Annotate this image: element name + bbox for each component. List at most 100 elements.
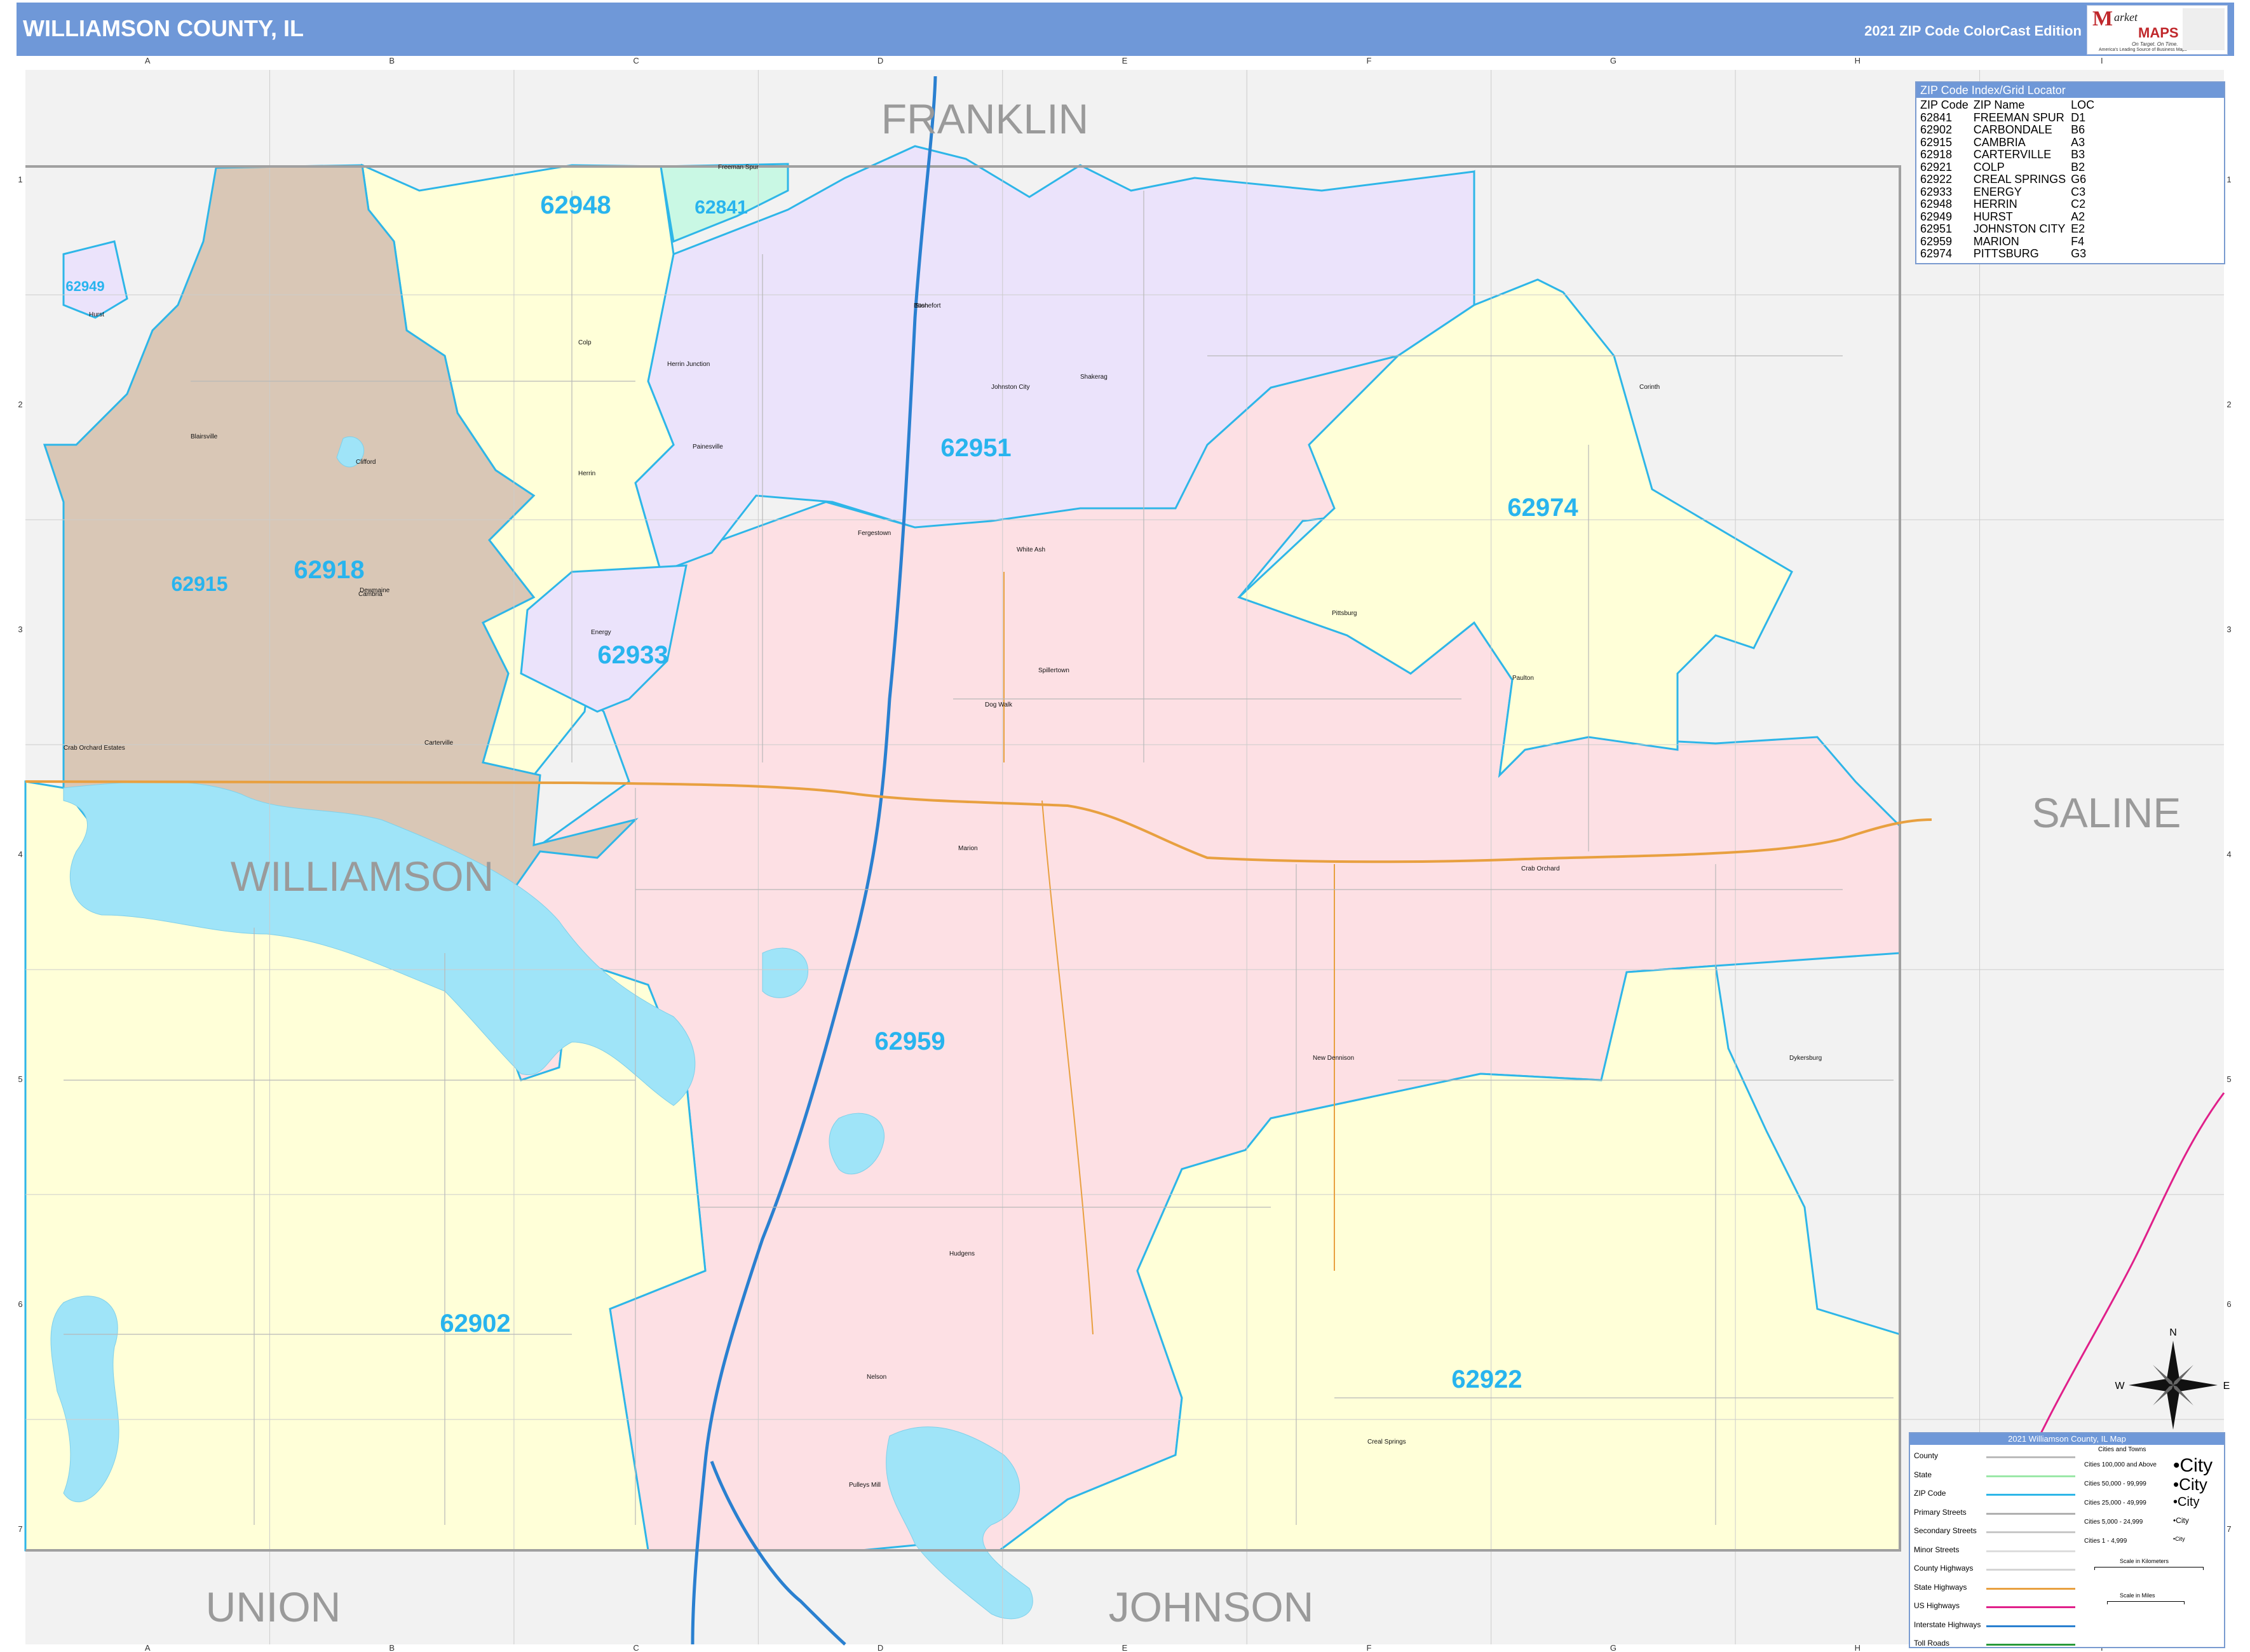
table-cell: 62951 — [1920, 222, 1953, 235]
grid-column-label: D — [878, 56, 883, 65]
table-row: 62902 CARBONDALE B6 — [1920, 123, 2099, 137]
legend-city-sample: •City — [2173, 1516, 2189, 1525]
zip-index-table: ZIP Code ZIP Name LOC 62841 FREEMAN SPUR D1 62… — [1920, 98, 2099, 261]
place-label: Dog Walk — [985, 701, 1013, 708]
legend-item: Primary Streets — [1914, 1507, 1967, 1517]
place-label: Shakerag — [1080, 374, 1108, 381]
grid-row-label: 7 — [18, 1524, 22, 1534]
zip-label-62949: 62949 — [65, 278, 104, 294]
zip-index-header-cell: LOC — [2071, 98, 2095, 111]
table-row: 62841 FREEMAN SPUR D1 — [1920, 111, 2099, 125]
table-cell: 62959 — [1920, 234, 1953, 248]
legend-title: 2021 Williamson County, IL Map — [1910, 1433, 2224, 1445]
grid-column-label: H — [1855, 1643, 1860, 1652]
zip-label-62902: 62902 — [440, 1310, 510, 1337]
grid-row-label: 7 — [2226, 1524, 2231, 1534]
legend-swatch — [1986, 1644, 2075, 1646]
county-label-williamson: WILLIAMSON — [231, 853, 494, 900]
grid-column-label: G — [1610, 1643, 1616, 1652]
place-label: Pittsburg — [1332, 610, 1357, 617]
table-cell: HERRIN — [1973, 198, 2017, 210]
place-label: Herrin — [578, 470, 595, 477]
zip-label-62974: 62974 — [1507, 494, 1578, 522]
table-cell: 62974 — [1920, 247, 1953, 260]
table-cell: B6 — [2071, 123, 2085, 136]
table-cell: 62902 — [1920, 123, 1953, 136]
grid-column-label: C — [633, 1643, 639, 1652]
scale-miles-label: Scale in Miles — [2120, 1592, 2155, 1599]
grid-column-label: I — [2101, 56, 2103, 65]
scale-km-label: Scale in Kilometers — [2120, 1558, 2169, 1564]
grid-column-label: D — [878, 1643, 883, 1652]
grid-column-label: H — [1855, 56, 1860, 65]
legend-cities-title: Cities and Towns — [2098, 1446, 2146, 1453]
grid-row-label: 6 — [2226, 1299, 2231, 1309]
legend-item: Minor Streets — [1914, 1545, 1960, 1554]
grid-row-label: 1 — [2226, 175, 2231, 184]
place-label: Dykersburg — [1789, 1055, 1822, 1062]
legend-city-class: Cities 50,000 - 99,999 — [2084, 1480, 2146, 1487]
county-label-union: UNION — [206, 1583, 341, 1630]
zip-index-panel: ZIP Code Index/Grid Locator ZIP Code ZIP … — [1915, 81, 2225, 264]
place-label: Hurst — [89, 311, 104, 318]
grid-column-label: F — [1366, 1643, 1371, 1652]
county-label-johnson: JOHNSON — [1109, 1583, 1314, 1630]
table-cell: FREEMAN SPUR — [1973, 111, 2064, 124]
compass-w: W — [2115, 1381, 2125, 1391]
legend-item: County Highways — [1914, 1564, 1974, 1573]
table-cell: C2 — [2071, 198, 2086, 210]
legend-city-sample: •City — [2173, 1455, 2213, 1476]
table-cell: E2 — [2071, 222, 2085, 235]
grid-column-label: A — [145, 1643, 151, 1652]
table-cell: 62921 — [1920, 160, 1953, 173]
table-cell: A2 — [2071, 210, 2085, 223]
place-label: Spillertown — [1038, 667, 1069, 674]
legend-city-class: Cities 1 - 4,999 — [2084, 1538, 2127, 1545]
table-cell: A3 — [2071, 135, 2085, 149]
place-label: White Ash — [1017, 546, 1045, 553]
table-row: 62915 CAMBRIA A3 — [1920, 135, 2099, 149]
grid-column-label: C — [633, 56, 639, 65]
grid-column-label: E — [1122, 56, 1128, 65]
grid-row-label: 4 — [18, 850, 22, 859]
table-row: 62949 HURST A2 — [1920, 210, 2099, 224]
legend-swatch — [1986, 1494, 2075, 1496]
legend-panel: 2021 Williamson County, IL Map County Sta… — [1909, 1432, 2225, 1648]
grid-row-label: 2 — [2226, 400, 2231, 409]
place-label: Herrin Junction — [667, 361, 710, 368]
grid-row-label: 3 — [18, 625, 22, 634]
table-row: 62959 MARION F4 — [1920, 234, 2099, 248]
legend-item: Toll Roads — [1914, 1639, 1950, 1648]
legend-swatch — [1986, 1569, 2075, 1571]
table-cell: 62841 — [1920, 111, 1953, 124]
place-label: Paulton — [1512, 675, 1534, 682]
legend-city-sample: •City — [2173, 1495, 2200, 1510]
table-row: 62948 HERRIN C2 — [1920, 198, 2099, 211]
place-label: Fergestown — [858, 530, 891, 537]
place-label: Energy — [591, 629, 611, 636]
grid-column-label: B — [389, 56, 395, 65]
zip-label-62948: 62948 — [540, 191, 611, 219]
scale-bar — [2107, 1601, 2185, 1604]
legend-swatch — [1986, 1456, 2075, 1458]
zip-label-62922: 62922 — [1451, 1365, 1522, 1393]
table-cell: CARBONDALE — [1973, 123, 2052, 136]
grid-row-label: 6 — [18, 1299, 22, 1309]
table-cell: 62933 — [1920, 185, 1953, 198]
place-label: Painesville — [693, 443, 723, 450]
place-label: Crab Orchard Estates — [64, 745, 125, 752]
place-label: New Dennison — [1313, 1055, 1354, 1062]
grid-column-label: E — [1122, 1643, 1128, 1652]
table-cell: COLP — [1973, 160, 2005, 173]
zip-label-62933: 62933 — [597, 641, 668, 669]
grid-row-label: 4 — [2226, 850, 2231, 859]
legend-city-class: Cities 100,000 and Above — [2084, 1461, 2157, 1468]
grid-row-label: 5 — [2226, 1074, 2231, 1084]
table-cell: MARION — [1973, 234, 2019, 248]
county-label-saline: SALINE — [2032, 789, 2181, 836]
map-canvas[interactable]: N S E W AABBCCDDEEFFGGHHII11223344556677… — [0, 0, 2250, 1652]
table-cell: G3 — [2071, 247, 2087, 260]
compass-e: E — [2223, 1381, 2230, 1391]
legend-swatch — [1986, 1531, 2075, 1533]
grid-row-label: 5 — [18, 1074, 22, 1084]
